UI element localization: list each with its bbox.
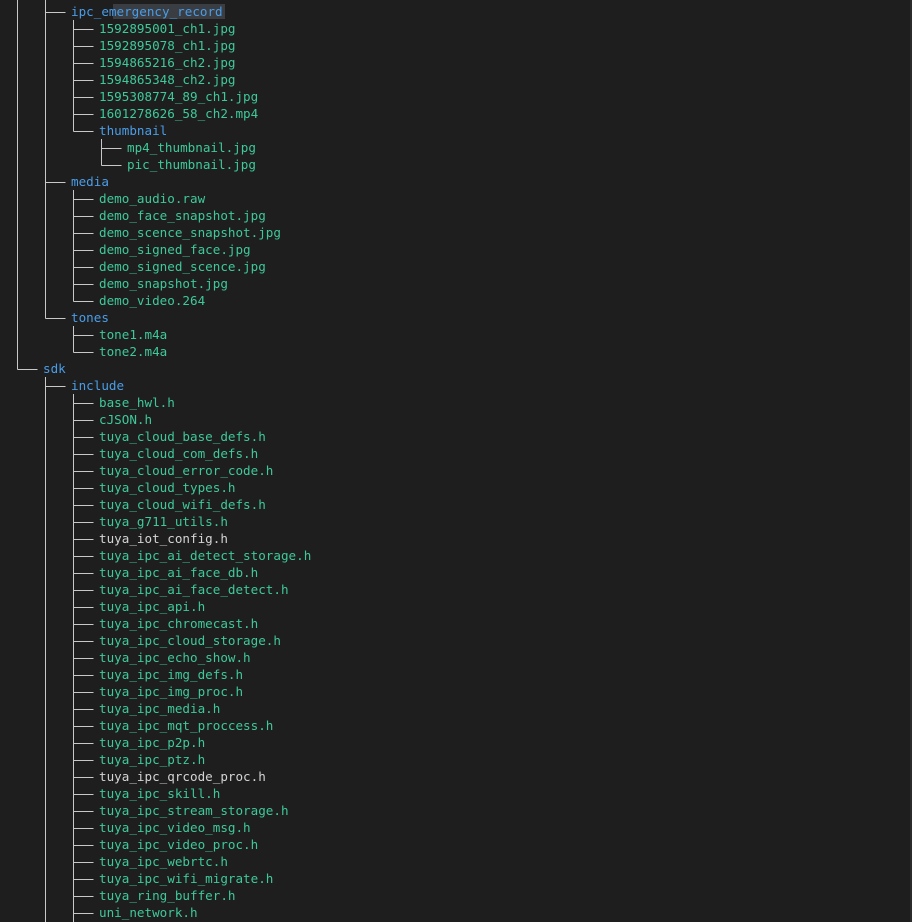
- tree-guide-lines: [17, 0, 122, 922]
